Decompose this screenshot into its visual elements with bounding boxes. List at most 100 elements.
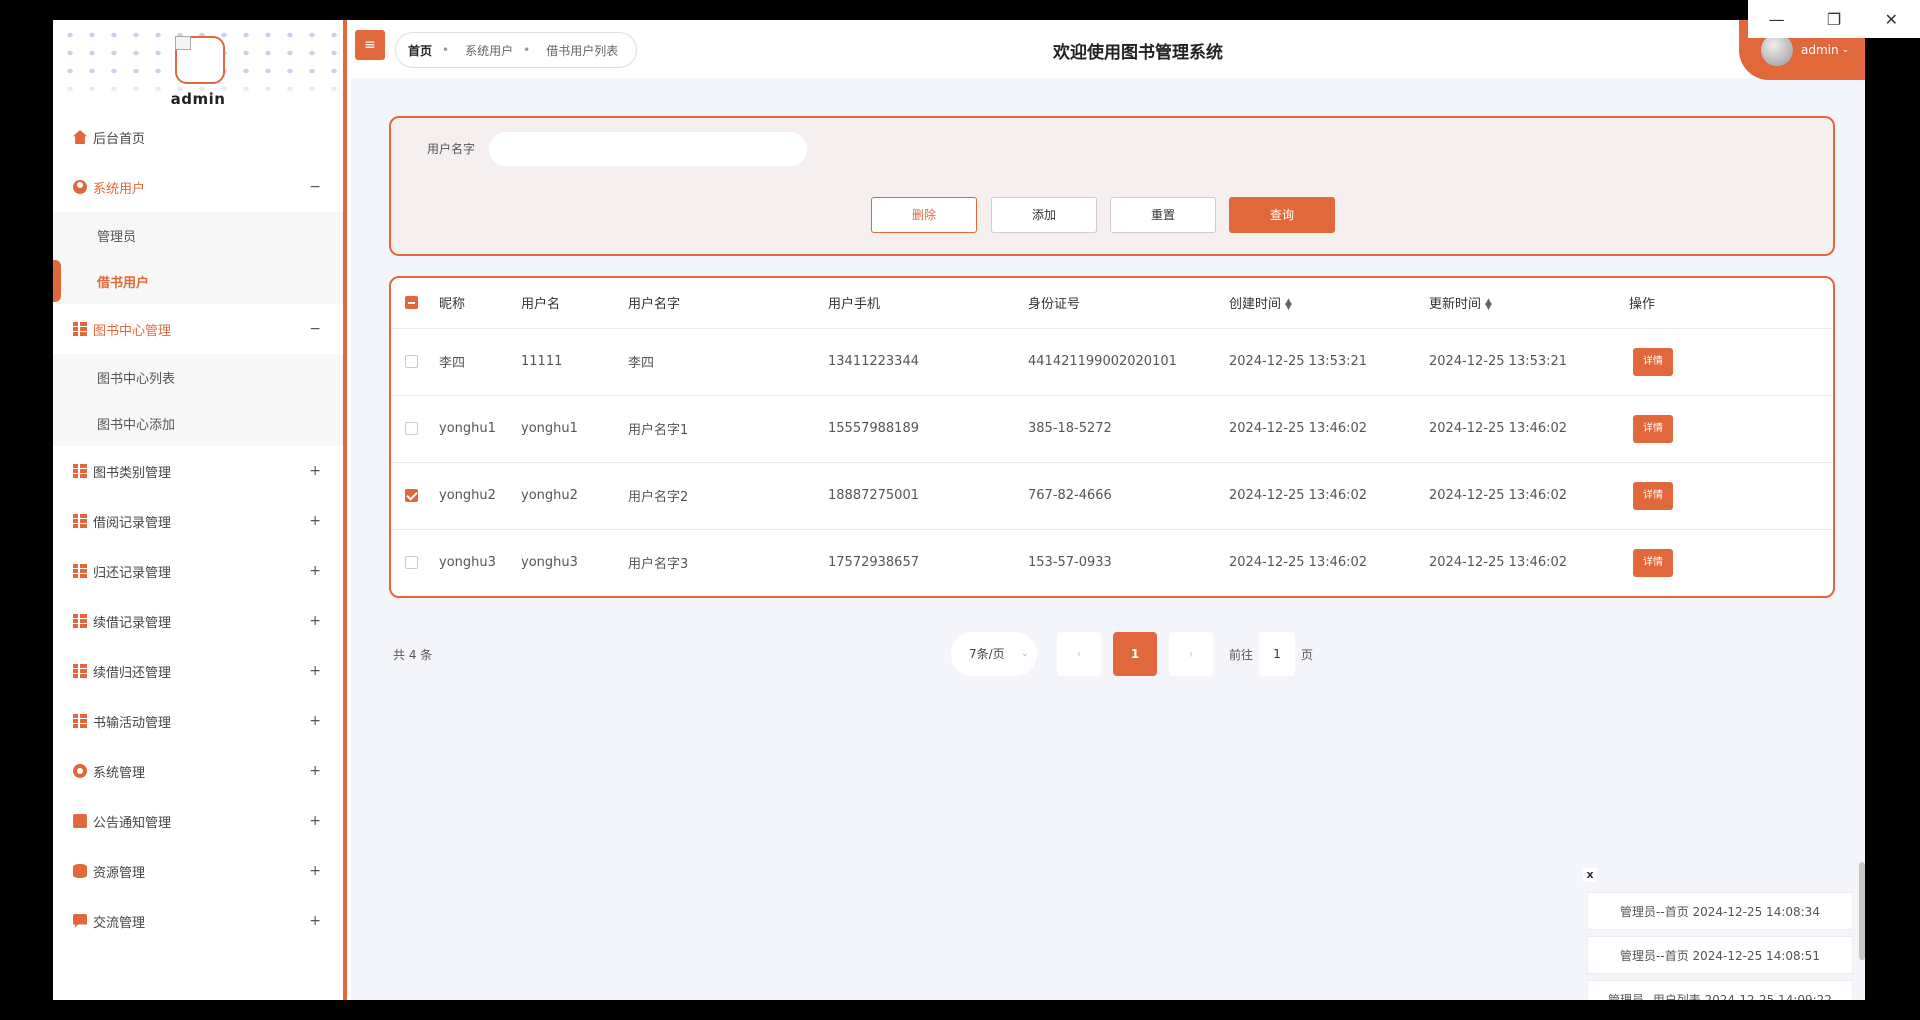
sidebar-item[interactable]: 图书类别管理 + — [53, 446, 343, 496]
expand-icon[interactable]: + — [309, 863, 321, 879]
expand-icon[interactable]: + — [309, 663, 321, 679]
delete-button[interactable]: 删除 — [871, 197, 977, 233]
row-checkbox[interactable] — [405, 489, 418, 502]
page-number[interactable]: 1 — [1113, 632, 1157, 676]
sidebar-item[interactable]: 公告通知管理 + — [53, 796, 343, 846]
goto-input[interactable]: 1 — [1259, 632, 1296, 676]
sidebar-item[interactable]: 资源管理 + — [53, 846, 343, 896]
cell-nickname: yonghu3 — [439, 555, 496, 571]
sidebar-item-label: 系统管理 — [93, 765, 146, 781]
collapse-icon[interactable]: − — [309, 179, 321, 195]
expand-icon[interactable]: + — [309, 613, 321, 629]
sidebar-item[interactable]: 续借归还管理 + — [53, 646, 343, 696]
next-page-button[interactable]: › — [1169, 632, 1213, 676]
sidebar-item[interactable]: 归还记录管理 + — [53, 546, 343, 596]
minimize-button[interactable]: — — [1757, 10, 1797, 29]
table-row: 李四 11111 李四 13411223344 441421199002020101 20… — [391, 328, 1833, 396]
cell-nickname: 李四 — [439, 328, 521, 396]
sidebar-item-label: 图书中心管理 — [93, 323, 172, 339]
cell-username: yonghu3 — [521, 555, 578, 571]
window-controls: — ❐ ✕ — [1748, 0, 1920, 38]
search-panel: 用户名字 删除 添加 重置 查询 — [389, 116, 1835, 256]
sidebar-item[interactable]: 书输活动管理 + — [53, 696, 343, 746]
expand-icon[interactable]: + — [309, 513, 321, 529]
expand-icon[interactable]: + — [309, 563, 321, 579]
user-icon — [73, 180, 87, 194]
sidebar-item[interactable]: 图书中心管理 − — [53, 304, 343, 354]
sidebar-item[interactable]: 系统管理 + — [53, 746, 343, 796]
grid-icon — [73, 322, 87, 336]
cell-phone: 13411223344 — [828, 328, 1028, 396]
cell-idcard: 441421199002020101 — [1028, 328, 1229, 396]
row-checkbox[interactable] — [405, 355, 418, 368]
sidebar-subitem[interactable]: 图书中心列表 — [53, 354, 343, 400]
sidebar-submenu: 图书中心列表 图书中心添加 — [53, 354, 343, 446]
sidebar: admin 后台首页 系统用户 − 管理员 借书用户 图书中心管理 − 图书中心列表 图书中心添… — [53, 20, 347, 1000]
page-size-select[interactable]: 7条/页 ⌄ — [951, 632, 1037, 676]
detail-button[interactable]: 详情 — [1633, 347, 1673, 376]
sidebar-subitem-label: 管理员 — [97, 229, 137, 245]
sidebar-item[interactable]: 系统用户 − — [53, 162, 343, 212]
topbar: ≡ 首页 • 系统用户 • 借书用户列表 欢迎使用图书管理系统 admin ⌄ — [351, 20, 1865, 80]
restore-button[interactable]: ❐ — [1814, 10, 1854, 29]
sidebar-subitem-label: 图书中心列表 — [97, 371, 176, 387]
cell-updated: 2024-12-25 13:46:02 — [1429, 462, 1629, 530]
grid-icon — [73, 664, 87, 678]
cell-realname: 用户名字2 — [628, 462, 828, 530]
sidebar-item[interactable]: 借阅记录管理 + — [53, 496, 343, 546]
select-all-checkbox[interactable] — [405, 296, 418, 310]
col-updated[interactable]: 更新时间 ▲ ▼ — [1429, 278, 1629, 329]
row-checkbox[interactable] — [405, 422, 418, 435]
reset-button[interactable]: 重置 — [1110, 197, 1216, 233]
log-entry: 管理员--用户列表 2024-12-25 14:09:22 — [1587, 980, 1853, 1000]
sidebar-item[interactable]: 续借记录管理 + — [53, 596, 343, 646]
cell-nickname: yonghu1 — [439, 395, 521, 463]
detail-button[interactable]: 详情 — [1633, 414, 1673, 443]
detail-button[interactable]: 详情 — [1633, 481, 1673, 510]
sidebar-item[interactable]: 后台首页 — [53, 112, 343, 162]
sidebar-item[interactable]: 交流管理 + — [53, 896, 343, 946]
expand-icon[interactable]: + — [309, 763, 321, 779]
sidebar-item-label: 借阅记录管理 — [93, 515, 172, 531]
col-created[interactable]: 创建时间 ▲ ▼ — [1229, 278, 1429, 329]
search-input[interactable] — [489, 132, 807, 166]
detail-button[interactable]: 详情 — [1633, 548, 1673, 577]
add-button[interactable]: 添加 — [991, 197, 1097, 233]
table-row: yonghu3 yonghu3 用户名字3 17572938657 153-57-093… — [391, 529, 1833, 596]
expand-icon[interactable]: + — [309, 913, 321, 929]
cell-realname: 用户名字1 — [628, 395, 828, 463]
sidebar-subitem-label: 借书用户 — [97, 275, 150, 291]
col-phone: 用户手机 — [828, 278, 1028, 329]
cell-phone: 15557988189 — [828, 395, 1028, 463]
log-close-button[interactable]: x — [1583, 868, 1597, 882]
log-entry: 管理员--首页 2024-12-25 14:08:34 — [1587, 892, 1853, 930]
sidebar-subitem[interactable]: 管理员 — [53, 212, 343, 258]
expand-icon[interactable]: + — [309, 713, 321, 729]
sidebar-item-label: 交流管理 — [93, 915, 146, 931]
row-checkbox[interactable] — [405, 556, 418, 570]
sidebar-subitem[interactable]: 图书中心添加 — [53, 400, 343, 446]
grid-icon — [73, 614, 87, 628]
app-window: admin 后台首页 系统用户 − 管理员 借书用户 图书中心管理 − 图书中心列表 图书中心添… — [53, 20, 1865, 1000]
home-icon — [73, 130, 87, 144]
log-scrollbar[interactable] — [1859, 862, 1865, 960]
sidebar-subitem-label: 图书中心添加 — [97, 417, 176, 433]
sort-icon[interactable]: ▲ ▼ — [1285, 297, 1292, 311]
prev-page-button[interactable]: ‹ — [1057, 632, 1101, 676]
close-window-button[interactable]: ✕ — [1871, 10, 1911, 29]
expand-icon[interactable]: + — [309, 463, 321, 479]
sidebar-item-label: 书输活动管理 — [93, 715, 172, 731]
goto-page: 前往 1 页 — [1229, 632, 1313, 676]
page-size-value: 7条/页 — [969, 647, 1005, 661]
collapse-icon[interactable]: − — [309, 321, 321, 337]
query-button[interactable]: 查询 — [1229, 197, 1335, 233]
user-avatar — [1761, 34, 1793, 66]
sidebar-item-label: 后台首页 — [93, 131, 146, 147]
sort-icon[interactable]: ▲ ▼ — [1485, 297, 1492, 311]
sidebar-item-label: 续借归还管理 — [93, 665, 172, 681]
sidebar-submenu: 管理员 借书用户 — [53, 212, 343, 304]
avatar[interactable] — [175, 36, 225, 84]
expand-icon[interactable]: + — [309, 813, 321, 829]
sidebar-subitem[interactable]: 借书用户 — [53, 258, 343, 304]
sidebar-menu: 后台首页 系统用户 − 管理员 借书用户 图书中心管理 − 图书中心列表 图书中心添加 图书类别管… — [53, 112, 343, 946]
